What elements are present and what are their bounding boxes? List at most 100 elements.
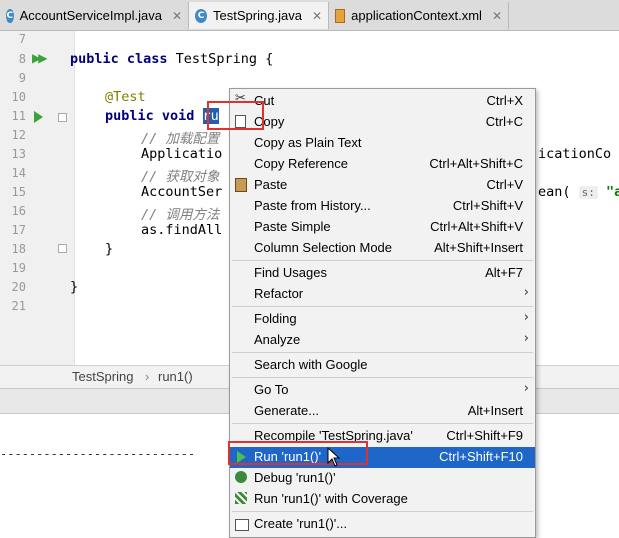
menu-item-copy-plain-text[interactable]: Copy as Plain Text — [230, 133, 535, 154]
tab-test-spring[interactable]: C TestSpring.java ✕ — [189, 2, 329, 29]
menu-shortcut: Ctrl+V — [486, 177, 523, 192]
menu-item-search-with-google[interactable]: Search with Google — [230, 355, 535, 376]
menu-item-create-run-config[interactable]: Create 'run1()'... — [230, 514, 535, 535]
string-literal: "ac — [606, 184, 619, 200]
menu-label: Paste Simple — [254, 219, 331, 234]
java-class-icon: C — [6, 8, 14, 23]
breadcrumb-item-method[interactable]: run1() — [158, 369, 193, 384]
menu-item-debug[interactable]: Debug 'run1()' — [230, 468, 535, 489]
menu-separator — [232, 377, 533, 378]
line-number: 12 — [11, 128, 26, 142]
menu-label: Debug 'run1()' — [254, 470, 336, 485]
menu-separator — [232, 352, 533, 353]
menu-shortcut: Alt+Insert — [467, 403, 523, 418]
menu-label: Go To — [254, 382, 289, 397]
menu-label: Find Usages — [254, 265, 327, 280]
code-text: as.findAll — [141, 222, 223, 238]
code-text: ean( — [538, 184, 571, 200]
menu-item-go-to[interactable]: Go To › — [230, 380, 535, 401]
tab-label: TestSpring.java — [213, 8, 302, 23]
annotation-box-run — [228, 441, 368, 465]
console-output: --------------------------- — [0, 447, 196, 461]
menu-item-paste[interactable]: Paste Ctrl+V — [230, 175, 535, 196]
menu-label: Run 'run1()' with Coverage — [254, 491, 408, 506]
annotation-test: @Test — [105, 89, 146, 105]
annotation-box-selection — [207, 101, 264, 130]
menu-label: Generate... — [254, 403, 320, 418]
menu-item-paste-simple[interactable]: Paste Simple Ctrl+Alt+Shift+V — [230, 217, 535, 238]
menu-item-copy-reference[interactable]: Copy Reference Ctrl+Alt+Shift+C — [230, 154, 535, 175]
menu-shortcut: Ctrl+C — [485, 114, 523, 129]
menu-item-analyze[interactable]: Analyze › — [230, 330, 535, 351]
line-number: 19 — [11, 261, 26, 275]
menu-label: Refactor — [254, 286, 304, 301]
line-number: 7 — [18, 32, 26, 46]
submenu-arrow-icon: › — [523, 310, 529, 325]
line-number: 16 — [11, 204, 26, 218]
comment: // 加载配置 — [141, 131, 220, 147]
line-number: 17 — [11, 223, 26, 237]
keyword: public class — [70, 51, 168, 67]
coverage-icon — [235, 492, 247, 504]
line-number: 11 — [11, 109, 26, 123]
xml-file-icon — [335, 8, 346, 23]
mouse-cursor-icon — [327, 446, 341, 471]
line-number: 8 — [18, 52, 26, 66]
line-number: 13 — [11, 147, 26, 161]
menu-item-find-usages[interactable]: Find Usages Alt+F7 — [230, 263, 535, 284]
tab-account-service-impl[interactable]: C AccountServiceImpl.java ✕ — [0, 2, 189, 29]
keyword: public void — [105, 108, 195, 124]
run-class-icon[interactable]: ▶▶ — [32, 51, 48, 65]
menu-item-run-with-coverage[interactable]: Run 'run1()' with Coverage — [230, 489, 535, 510]
submenu-arrow-icon: › — [523, 331, 529, 346]
breadcrumb-item-class[interactable]: TestSpring — [72, 369, 133, 384]
run-method-icon[interactable] — [34, 111, 43, 123]
menu-label: Copy Reference — [254, 156, 348, 171]
menu-item-column-selection-mode[interactable]: Column Selection Mode Alt+Shift+Insert — [230, 238, 535, 259]
menu-shortcut: Ctrl+Shift+F10 — [439, 449, 523, 464]
menu-item-cut[interactable]: ✂ Cut Ctrl+X — [230, 91, 535, 112]
fold-marker-icon[interactable] — [58, 244, 67, 253]
line-number: 14 — [11, 166, 26, 180]
parameter-hint: s: — [578, 186, 598, 199]
close-tab-icon[interactable]: ✕ — [172, 9, 182, 23]
menu-shortcut: Ctrl+Alt+Shift+V — [430, 219, 523, 234]
menu-shortcut: Ctrl+Alt+Shift+C — [429, 156, 523, 171]
close-tab-icon[interactable]: ✕ — [492, 9, 502, 23]
line-number: 15 — [11, 185, 26, 199]
code-text: TestSpring { — [167, 51, 274, 67]
fold-marker-icon[interactable] — [58, 113, 67, 122]
code-text: AccountSer — [141, 184, 223, 200]
editor-gutter: 7 8 9 10 11 12 13 14 15 16 17 18 19 20 2… — [0, 31, 75, 365]
menu-label: Create 'run1()'... — [254, 516, 348, 531]
menu-label: Folding — [254, 311, 297, 326]
menu-shortcut: Alt+F7 — [485, 265, 523, 280]
menu-shortcut: Ctrl+X — [486, 93, 523, 108]
menu-label: Column Selection Mode — [254, 240, 393, 255]
editor-tab-bar: C AccountServiceImpl.java ✕ C TestSpring… — [0, 0, 619, 31]
menu-label: Paste — [254, 177, 288, 192]
menu-separator — [232, 260, 533, 261]
editor-context-menu: ✂ Cut Ctrl+X Copy Ctrl+C Copy as Plain T… — [229, 88, 536, 538]
menu-item-paste-from-history[interactable]: Paste from History... Ctrl+Shift+V — [230, 196, 535, 217]
code-line-15-tail: ean( s: "ac — [538, 184, 619, 200]
close-tab-icon[interactable]: ✕ — [312, 9, 322, 23]
menu-separator — [232, 511, 533, 512]
menu-label: Copy as Plain Text — [254, 135, 362, 150]
menu-label: Paste from History... — [254, 198, 371, 213]
menu-item-copy[interactable]: Copy Ctrl+C — [230, 112, 535, 133]
menu-item-folding[interactable]: Folding › — [230, 309, 535, 330]
menu-shortcut: Alt+Shift+Insert — [434, 240, 523, 255]
line-number: 21 — [11, 299, 26, 313]
menu-label: Analyze — [254, 332, 301, 347]
menu-item-generate[interactable]: Generate... Alt+Insert — [230, 401, 535, 422]
code-text: } — [70, 279, 79, 295]
debug-icon — [235, 471, 247, 483]
create-config-icon — [235, 519, 249, 531]
comment: // 调用方法 — [141, 207, 220, 223]
tab-application-context[interactable]: applicationContext.xml ✕ — [329, 2, 509, 29]
menu-separator — [232, 423, 533, 424]
code-text: } — [105, 241, 114, 257]
code-line-11: public void ru — [105, 108, 219, 124]
menu-item-refactor[interactable]: Refactor › — [230, 284, 535, 305]
